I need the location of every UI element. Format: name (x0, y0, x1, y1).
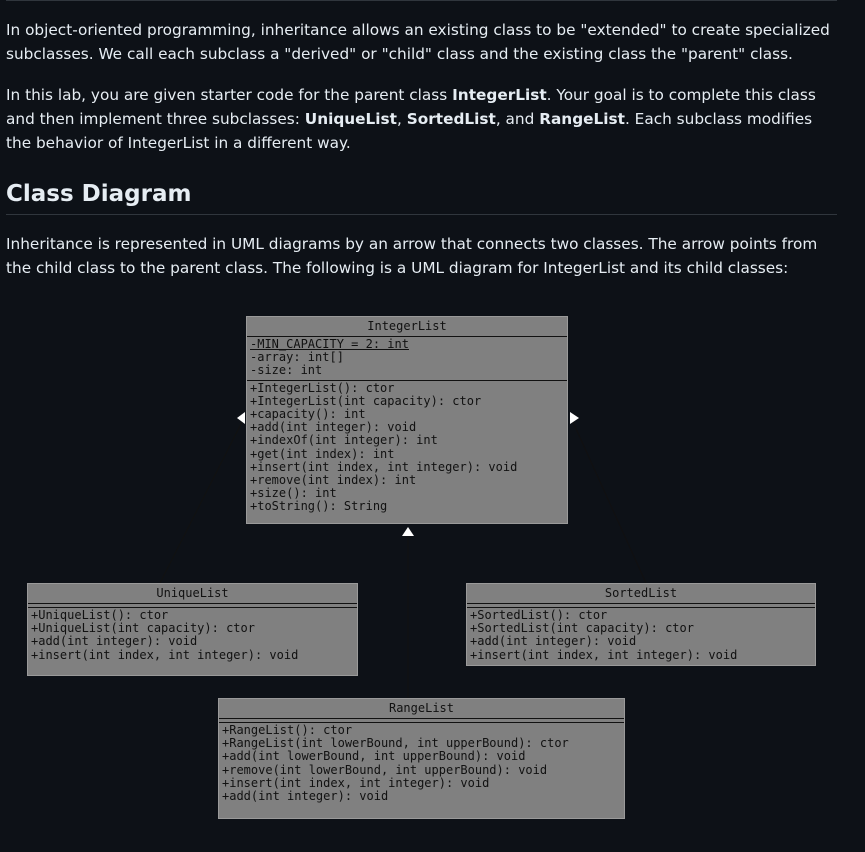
sortedlist-arrow-line (571, 419, 647, 584)
fields-section: -MIN_CAPACITY = 2: int -array: int[] -size… (247, 337, 567, 380)
class-box-rangelist: RangeList +RangeList(): ctor +RangeList(i… (218, 698, 625, 819)
method: +insert(int index, int integer): void (470, 647, 738, 662)
class-title: RangeList (388, 701, 455, 715)
field: -size: int (250, 363, 323, 378)
divider (467, 603, 815, 604)
class-box-sortedlist: SortedList +SortedList(): ctor +SortedLis… (466, 583, 816, 666)
class-box-uniquelist: UniqueList +UniqueList(): ctor +UniqueLis… (27, 583, 358, 676)
method: +add(int integer): void (31, 634, 198, 649)
method: +remove(int lowerBound, int upperBound):… (222, 762, 548, 777)
method: +add(int integer): void (222, 789, 389, 804)
methods-section: +SortedList(): ctor +SortedList(int capac… (467, 608, 815, 664)
methods-section: +UniqueList(): ctor +UniqueList(int capac… (28, 608, 357, 664)
method: +insert(int index, int integer): void (31, 647, 299, 662)
method: +add(int lowerBound, int upperBound): vo… (222, 749, 526, 764)
methods-section: +IntegerList(): ctor +IntegerList(int cap… (247, 381, 567, 516)
rangelist-arrowhead (402, 527, 414, 536)
method: +toString(): String (250, 499, 388, 514)
method: +indexOf(int integer): int (250, 433, 438, 448)
sortedlist-arrowhead (570, 412, 579, 424)
uniquelist-arrow-line (159, 419, 244, 584)
method: +add(int integer): void (470, 634, 637, 649)
class-title: IntegerList (367, 319, 447, 333)
class-title: UniqueList (156, 586, 229, 600)
class-title: SortedList (604, 586, 678, 600)
divider (219, 718, 624, 719)
method: +IntegerList(): ctor (250, 380, 395, 395)
uniquelist-arrowhead (237, 412, 245, 424)
methods-section: +RangeList(): ctor +RangeList(int lowerBo… (219, 723, 624, 805)
method: +get(int index): int (250, 446, 395, 461)
class-box-integerlist: IntegerList -MIN_CAPACITY = 2: int -array… (246, 316, 568, 524)
divider (28, 603, 357, 604)
